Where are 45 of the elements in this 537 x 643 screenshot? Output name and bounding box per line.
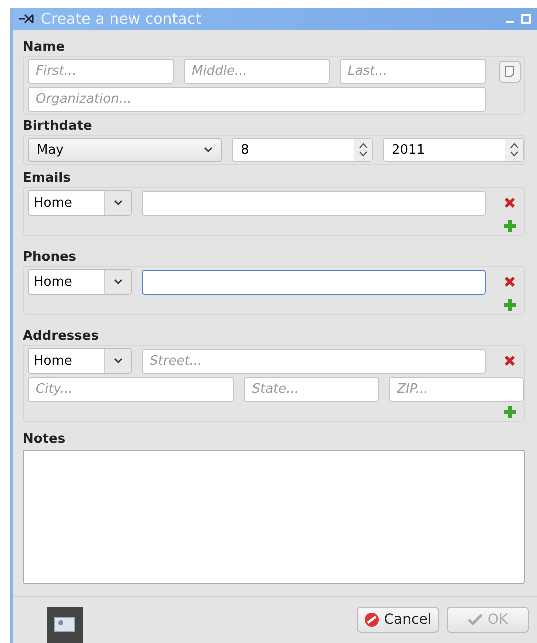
email-field[interactable] — [142, 190, 486, 216]
year-spinbox[interactable]: 2011 — [383, 138, 524, 162]
section-label: Name — [23, 40, 66, 56]
cancel-button[interactable]: Cancel — [357, 607, 439, 633]
section-label: Phones — [23, 250, 78, 266]
type-dropdown[interactable]: Home — [28, 269, 132, 295]
middle-name-field[interactable]: Middle... — [184, 59, 330, 84]
chevron-down-icon — [114, 279, 122, 285]
zip-field[interactable]: ZIP... — [389, 377, 524, 402]
section-label: Emails — [23, 171, 72, 187]
chevron-down-icon — [114, 358, 122, 364]
first-name-field[interactable]: First... — [28, 59, 174, 84]
section-label: Addresses — [23, 329, 100, 345]
contact-card-icon — [54, 617, 76, 633]
city-field[interactable]: City... — [28, 377, 234, 402]
cancel-icon — [364, 612, 380, 628]
phone-field[interactable] — [142, 270, 486, 294]
add-icon[interactable] — [503, 219, 517, 233]
spin-arrows-icon — [358, 142, 368, 158]
add-icon[interactable] — [503, 405, 517, 419]
notes-field[interactable] — [23, 450, 525, 584]
chevron-down-icon — [204, 147, 213, 153]
note-button[interactable] — [499, 60, 521, 82]
last-name-field[interactable]: Last... — [340, 59, 486, 84]
section-label: Birthdate — [23, 119, 94, 135]
street-field[interactable]: Street... — [142, 348, 486, 374]
pin-icon[interactable] — [19, 14, 35, 24]
type-dropdown[interactable]: Home — [28, 190, 132, 216]
spin-arrows-icon — [510, 142, 518, 158]
contact-photo-button[interactable] — [47, 607, 83, 643]
maximize-icon[interactable] — [521, 14, 531, 24]
remove-icon[interactable] — [504, 197, 516, 209]
section-label: Notes — [23, 432, 67, 448]
chevron-down-icon — [114, 200, 122, 206]
month-dropdown[interactable]: May — [28, 138, 222, 162]
checkmark-icon — [468, 614, 484, 626]
add-icon[interactable] — [503, 298, 517, 312]
note-icon — [505, 66, 515, 78]
remove-icon[interactable] — [504, 276, 516, 288]
type-dropdown[interactable]: Home — [28, 348, 132, 374]
day-spinbox[interactable]: 8 — [232, 138, 373, 162]
window-title: Create a new contact — [41, 10, 202, 28]
state-field[interactable]: State... — [244, 377, 380, 402]
organization-field[interactable]: Organization... — [28, 87, 486, 112]
remove-icon[interactable] — [504, 355, 516, 367]
